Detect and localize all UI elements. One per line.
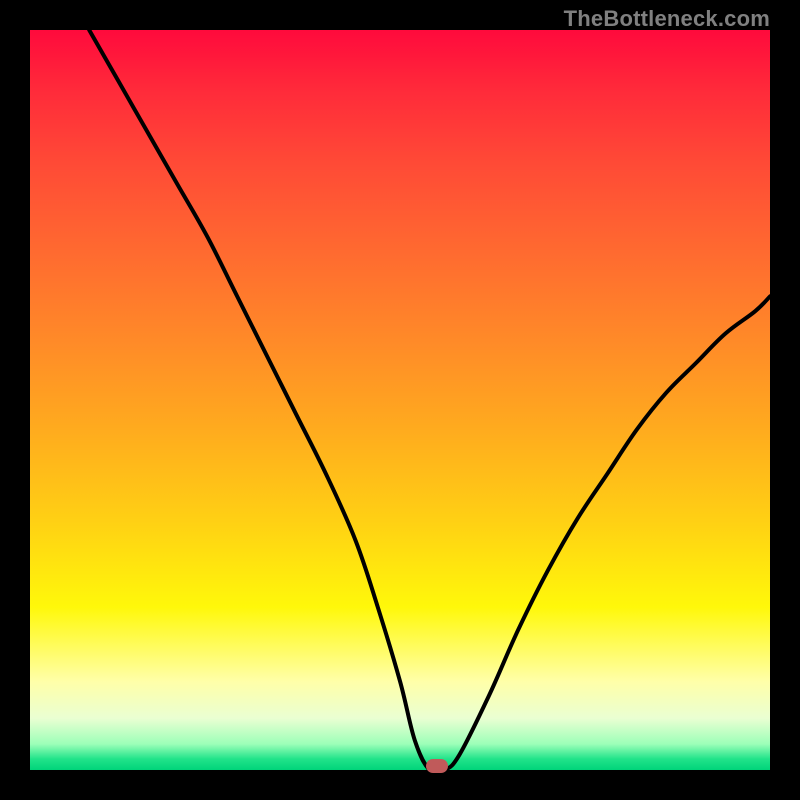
minimum-marker <box>426 759 448 773</box>
bottleneck-curve <box>30 30 770 770</box>
plot-area <box>30 30 770 770</box>
chart-frame: TheBottleneck.com <box>0 0 800 800</box>
watermark-text: TheBottleneck.com <box>564 6 770 32</box>
